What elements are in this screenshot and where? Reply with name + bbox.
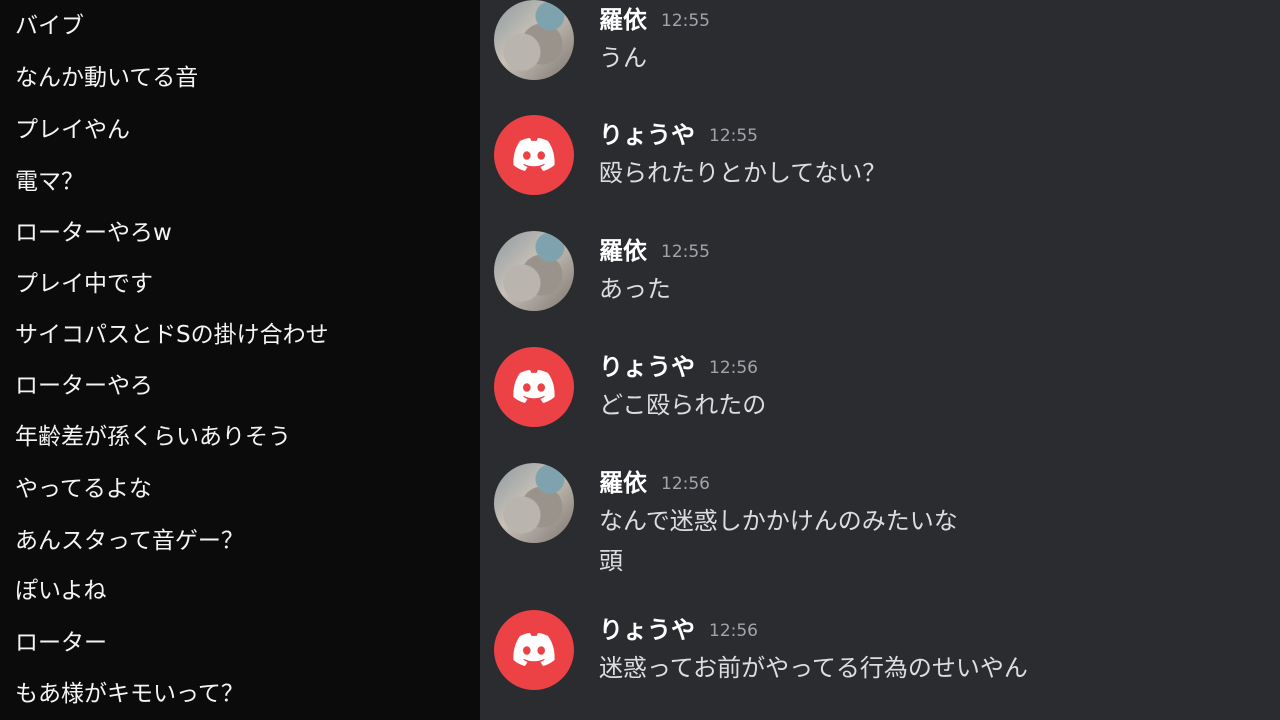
screen: バイブ なんか動いてる音 プレイやん 電マ？ ローターやろw プレイ中です サイ… [0,0,1280,720]
live-comment: ローターやろ [15,373,153,399]
username[interactable]: りょうや [599,353,695,381]
message-text: どこ殴られたの [599,391,767,419]
live-comment: ローターやろw [15,220,172,246]
live-comment: プレイやん [15,117,130,143]
live-comment: 年齢差が孫くらいありそう [15,424,291,450]
discord-logo-icon [513,138,555,171]
discord-avatar[interactable] [494,115,574,195]
chat-message: りょうや 12:55 殴られたりとかしてない？ [494,115,1274,215]
live-comment: もあ様がキモいって？ [15,681,244,707]
message-header: りょうや 12:55 [599,120,758,150]
live-comment: サイコパスとドSの掛け合わせ [15,322,329,348]
timestamp: 12:55 [709,126,758,146]
discord-avatar[interactable] [494,347,574,427]
chat-message: 羅依 12:55 うん [494,0,1274,100]
chat-message: りょうや 12:56 どこ殴られたの [494,347,1274,447]
username[interactable]: 羅依 [599,237,647,265]
live-comment: ぽいよね [15,578,107,604]
username[interactable]: りょうや [599,616,695,644]
message-text: うん [599,44,647,72]
username[interactable]: りょうや [599,121,695,149]
message-header: りょうや 12:56 [599,352,758,382]
message-text: 頭 [599,547,623,575]
chat-message: 羅依 12:56 なんで迷惑しかかけんのみたいな 頭 [494,463,1274,593]
live-comment: なんか動いてる音 [15,65,199,91]
message-header: 羅依 12:56 [599,468,710,498]
live-comment: バイブ [15,13,84,39]
live-comment: やってるよな [15,476,152,502]
message-header: 羅依 12:55 [599,5,710,35]
live-comment: 電マ？ [15,169,84,195]
live-comment: あんスタって音ゲー？ [15,528,244,554]
discord-logo-icon [513,370,555,403]
chat-message: りょうや 12:56 迷惑ってお前がやってる行為のせいやん [494,610,1274,710]
message-text: あった [599,275,671,303]
user-avatar[interactable] [494,0,574,80]
chat-panel[interactable]: 羅依 12:55 うん りょうや 12:55 殴られたりとかしてない？ 羅依 12:5 [480,0,1280,720]
username[interactable]: 羅依 [599,6,647,34]
timestamp: 12:55 [661,11,710,31]
chat-message: 羅依 12:55 あった [494,231,1274,331]
timestamp: 12:56 [661,474,710,494]
username[interactable]: 羅依 [599,469,647,497]
discord-avatar[interactable] [494,610,574,690]
timestamp: 12:55 [661,242,710,262]
live-comment: ローター [15,630,107,656]
message-text: 迷惑ってお前がやってる行為のせいやん [599,654,1028,682]
live-comment: プレイ中です [15,271,153,297]
user-avatar[interactable] [494,463,574,543]
message-text: 殴られたりとかしてない？ [599,159,887,187]
message-header: りょうや 12:56 [599,615,758,645]
message-text: なんで迷惑しかかけんのみたいな [599,507,958,535]
timestamp: 12:56 [709,358,758,378]
user-avatar[interactable] [494,231,574,311]
live-comment-list: バイブ なんか動いてる音 プレイやん 電マ？ ローターやろw プレイ中です サイ… [0,0,480,720]
timestamp: 12:56 [709,621,758,641]
discord-logo-icon [513,633,555,666]
message-header: 羅依 12:55 [599,236,710,266]
